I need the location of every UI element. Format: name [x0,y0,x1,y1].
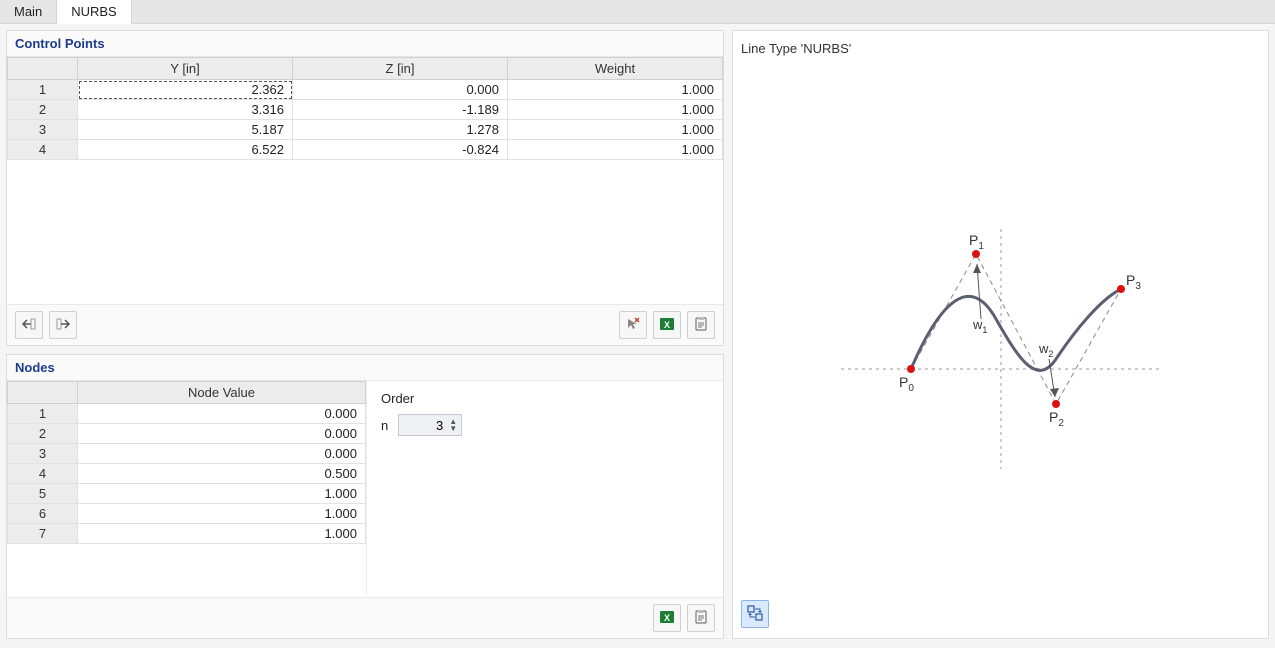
svg-text:w2: w2 [1038,341,1053,359]
preview-title: Line Type 'NURBS' [739,37,1262,62]
svg-text:X: X [664,320,670,330]
table-row: 46.522-0.8241.000 [8,140,723,160]
col-z: Z [in] [293,58,508,80]
clipboard-button[interactable] [687,311,715,339]
table-row: 71.000 [8,524,366,544]
excel-icon: X [659,609,675,628]
col-y: Y [in] [78,58,293,80]
col-node-value: Node Value [78,382,366,404]
order-label: Order [381,391,462,406]
order-spinner[interactable]: ▲ ▼ [398,414,462,436]
svg-text:P3: P3 [1126,272,1141,292]
table-row: 12.3620.0001.000 [8,80,723,100]
nodes-table[interactable]: Node Value 10.000 20.000 30.000 40.500 5… [7,381,366,544]
svg-text:w1: w1 [972,317,987,335]
svg-text:P0: P0 [899,374,914,394]
pick-tool-button[interactable] [619,311,647,339]
control-points-table[interactable]: Y [in] Z [in] Weight 12.3620.0001.000 23… [7,57,723,160]
col-rownum [8,382,78,404]
tabbar: Main NURBS [0,0,1275,24]
table-row: 51.000 [8,484,366,504]
col-rownum [8,58,78,80]
svg-text:P1: P1 [969,232,984,252]
clipboard-icon [693,316,709,335]
table-row: 61.000 [8,504,366,524]
preview-panel: Line Type 'NURBS' [732,30,1269,639]
table-row: 23.316-1.1891.000 [8,100,723,120]
import-left-button[interactable] [15,311,43,339]
arrow-right-icon [55,316,71,335]
spin-down-icon[interactable]: ▼ [447,425,459,432]
tab-nurbs[interactable]: NURBS [57,0,132,24]
order-block: Order n ▲ ▼ [367,381,476,597]
preview-canvas: P0 P1 P2 P3 w1 w2 [739,62,1262,596]
table-row: 35.1871.2781.000 [8,120,723,140]
swap-icon [747,605,763,624]
nurbs-diagram-icon: P0 P1 P2 P3 w1 w2 [821,179,1181,479]
table-row: 40.500 [8,464,366,484]
excel-icon: X [659,316,675,335]
cursor-cancel-icon [625,316,641,335]
order-input[interactable] [407,417,445,434]
arrow-left-icon [21,316,37,335]
table-row: 20.000 [8,424,366,444]
view-swap-button[interactable] [741,600,769,628]
table-row: 10.000 [8,404,366,424]
export-right-button[interactable] [49,311,77,339]
excel-export-button[interactable]: X [653,311,681,339]
table-row: 30.000 [8,444,366,464]
order-prefix: n [381,418,388,433]
svg-text:P2: P2 [1049,409,1064,429]
clipboard-icon [693,609,709,628]
nodes-panel: Nodes Node Value 10.000 20.000 30.000 [6,354,724,639]
svg-text:X: X [664,613,670,623]
nodes-title: Nodes [7,355,723,381]
tab-main[interactable]: Main [0,0,57,23]
control-points-title: Control Points [7,31,723,57]
clipboard-button[interactable] [687,604,715,632]
excel-export-button[interactable]: X [653,604,681,632]
col-w: Weight [508,58,723,80]
control-points-panel: Control Points Y [in] Z [in] Weight 12.3… [6,30,724,346]
